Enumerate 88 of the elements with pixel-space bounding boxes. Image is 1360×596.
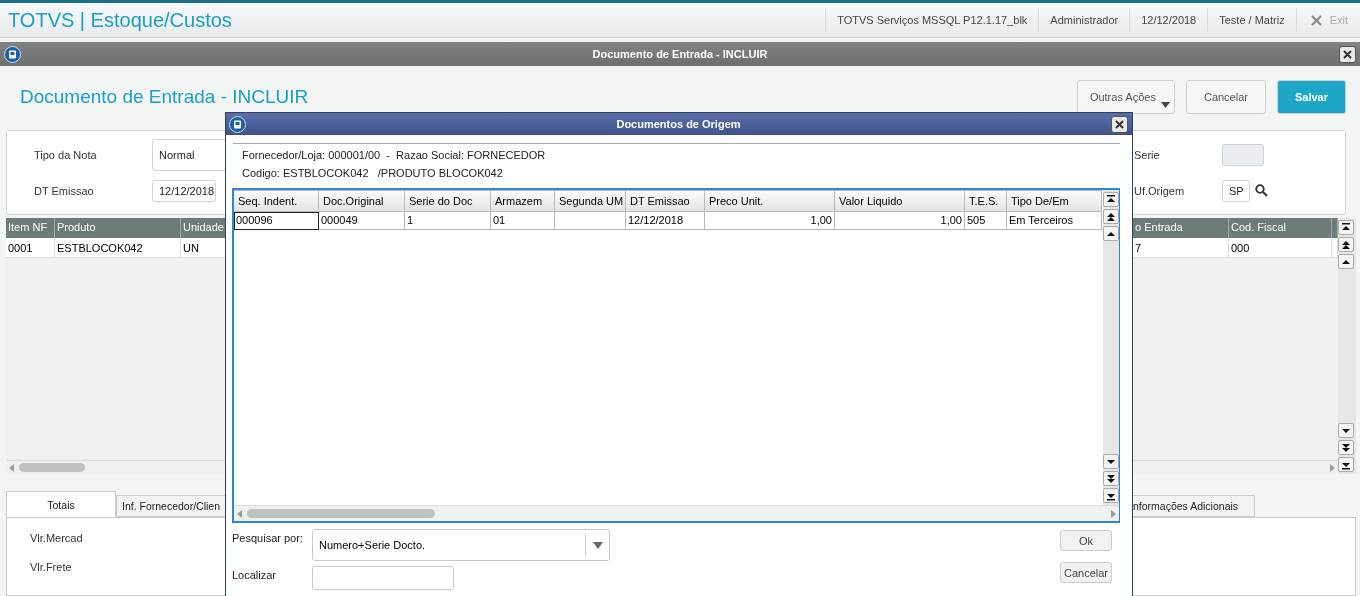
search-select[interactable]: Numero+Serie Docto.: [312, 529, 610, 561]
info-text: Codigo: ESTBLOCOK042 /PRODUTO BLOCOK042: [242, 166, 504, 179]
arrow-icon: [1105, 194, 1117, 205]
scroll-up-button[interactable]: [1338, 220, 1354, 235]
table-cell: UN: [181, 238, 225, 258]
scroll-down-button[interactable]: [1338, 423, 1354, 438]
table-cell: 0001: [6, 238, 55, 258]
column-header: Segunda UM: [555, 190, 626, 212]
table-cell: 000: [1229, 238, 1332, 258]
column-header: Tipo De/Em: [1007, 190, 1102, 212]
table-cell: 12/12/2018: [626, 212, 705, 230]
column-header: Item NF: [6, 218, 55, 238]
column-header: [1332, 218, 1338, 238]
column-header: Seq. Indent.: [234, 190, 319, 212]
app-logo-icon: [4, 45, 21, 63]
arrow-icon: [1340, 239, 1352, 250]
field-label: Vlr.Mercad: [30, 532, 83, 544]
close-button[interactable]: [1339, 45, 1356, 63]
field-label: Localizar: [232, 568, 278, 583]
field-label: Uf.Origem: [1134, 184, 1186, 197]
scroll-up-button[interactable]: [1103, 192, 1119, 207]
table-cell: 1: [405, 212, 491, 230]
date-field[interactable]: 12/12/2018: [152, 179, 216, 202]
header-info: Administrador: [1038, 8, 1130, 32]
app-logo-icon: [229, 115, 246, 133]
scroll-up-button[interactable]: [1338, 237, 1354, 252]
input-field[interactable]: [312, 566, 454, 590]
close-icon: [1310, 14, 1322, 26]
column-header: T.E.S.: [965, 190, 1007, 212]
dialog-title: Documentos de Origem: [615, 118, 742, 130]
close-button[interactable]: [1111, 115, 1128, 133]
field-label: Tipo da Nota: [34, 148, 98, 161]
header-info: Teste / Matriz: [1207, 8, 1296, 32]
arrow-icon: [1340, 222, 1352, 233]
input-field[interactable]: [1222, 143, 1264, 166]
caret-icon: [1160, 102, 1170, 108]
header-info: TOTVS Serviços MSSQL P12.1.17_blk: [825, 8, 1039, 32]
scroll-down-button[interactable]: [1103, 471, 1119, 486]
column-header: Preco Unit.: [705, 190, 835, 212]
select-field[interactable]: Normal: [152, 138, 226, 171]
column-header: Cod. Fiscal: [1229, 218, 1332, 238]
arrow-icon: [1105, 211, 1117, 222]
ok-button[interactable]: Ok: [1060, 530, 1112, 551]
table-cell: 7: [1133, 238, 1229, 258]
scroll-up-button[interactable]: [1103, 209, 1119, 224]
window-title: Documento de Entrada - INCLUIR: [591, 48, 769, 60]
scroll-down-button[interactable]: [1338, 440, 1354, 455]
table-cell: Em Terceiros: [1007, 212, 1102, 230]
table-cell: 000096: [234, 212, 319, 230]
field-label: Serie: [1134, 148, 1161, 161]
table-cell: ESTBLOCOK042: [55, 238, 181, 258]
column-header: Unidade: [181, 218, 225, 238]
table-cell: 01: [491, 212, 555, 230]
arrow-icon: [1105, 473, 1117, 484]
close-icon: [1115, 119, 1124, 129]
column-header: o Entrada: [1133, 218, 1229, 238]
scroll-down-button[interactable]: [1338, 457, 1354, 472]
table-cell: 1,00: [835, 212, 965, 230]
column-header: Serie do Doc: [405, 190, 491, 212]
page-heading: Documento de Entrada - INCLUIR: [20, 86, 310, 108]
column-header: DT Emissao: [626, 190, 705, 212]
table-cell: [555, 212, 626, 230]
scroll-up-button[interactable]: [1103, 226, 1119, 241]
scroll-down-button[interactable]: [1103, 488, 1119, 503]
header-info: 12/12/2018: [1129, 8, 1208, 32]
field-label: Pesquisar por:: [232, 531, 304, 546]
info-text: Fornecedor/Loja: 000001/00 - Razao Social: FORNECEDOR: [242, 148, 547, 161]
column-header: Armazem: [491, 190, 555, 212]
app-title: TOTVS | Estoque/Custos: [8, 8, 233, 32]
column-header: Doc.Original: [319, 190, 405, 212]
table-cell: 000049: [319, 212, 405, 230]
field-label: Vlr.Frete: [30, 561, 72, 573]
table-cell: 1,00: [705, 212, 835, 230]
arrow-icon: [1340, 442, 1352, 453]
table-cell: 505: [965, 212, 1007, 230]
cancel-button[interactable]: Cancelar: [1060, 562, 1112, 583]
scroll-up-button[interactable]: [1338, 254, 1354, 269]
cancel-button[interactable]: Cancelar: [1185, 80, 1266, 114]
field-label: DT Emissao: [34, 184, 95, 197]
actions-menu-button[interactable]: Outras Ações: [1076, 80, 1175, 114]
close-icon: [1343, 49, 1352, 59]
column-header: Produto: [55, 218, 181, 238]
column-header: Valor Liquido: [835, 190, 965, 212]
search-icon[interactable]: [1255, 184, 1268, 197]
dropdown-arrow-icon: [592, 541, 603, 549]
scroll-down-button[interactable]: [1103, 454, 1119, 469]
tab[interactable]: Totais: [6, 491, 116, 517]
input-field[interactable]: SP: [1222, 179, 1250, 202]
